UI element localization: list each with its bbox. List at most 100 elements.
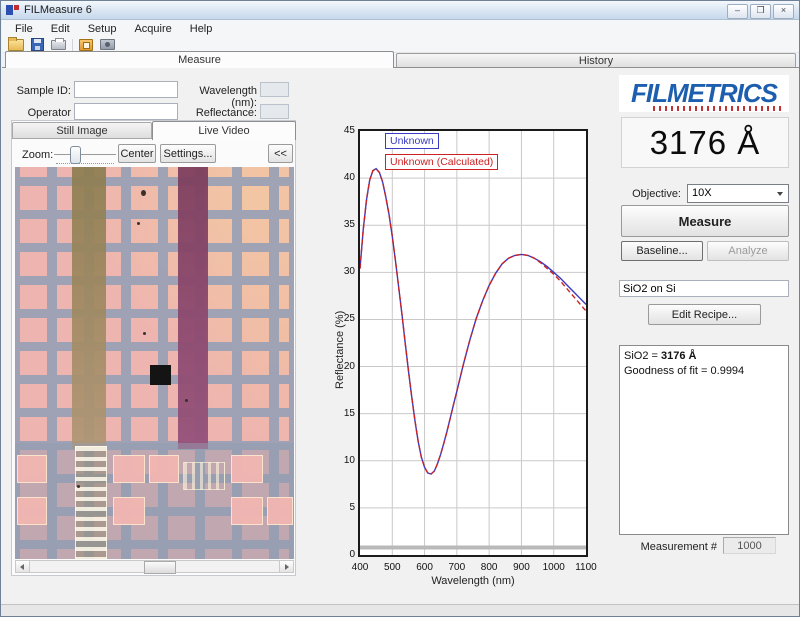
operator-id-input[interactable] [74, 103, 178, 120]
tab-live-video[interactable]: Live Video [152, 121, 296, 140]
camera-icon [100, 39, 115, 50]
wavelength-label: Wavelength (nm): [173, 85, 257, 109]
menu-bar: File Edit Setup Acquire Help [2, 20, 800, 37]
measurement-number-field: 1000 [723, 537, 776, 554]
wavelength-field [260, 82, 289, 97]
wafer-pad [231, 497, 263, 525]
magenta-stripe [178, 167, 208, 449]
serpentine-structure [183, 462, 225, 490]
y-tick-label: 15 [331, 408, 355, 419]
menu-file[interactable]: File [6, 21, 42, 37]
menu-setup[interactable]: Setup [79, 21, 126, 37]
x-tick-label: 600 [410, 562, 440, 573]
x-axis-label: Wavelength (nm) [358, 575, 588, 587]
live-video-image[interactable] [15, 167, 294, 559]
close-button[interactable]: × [773, 4, 794, 19]
edit-recipe-button[interactable]: Edit Recipe... [648, 304, 761, 325]
y-tick-label: 25 [331, 313, 355, 324]
measurement-spot-square [150, 365, 171, 385]
zoom-slider-thumb[interactable] [70, 146, 81, 164]
y-tick-label: 5 [331, 502, 355, 513]
zoom-slider-track[interactable] [54, 154, 116, 155]
dust-speck [77, 485, 80, 488]
wafer-pad [149, 455, 179, 483]
wafer-pad [113, 455, 145, 483]
wafer-pad [267, 497, 293, 525]
window-title: FILMeasure 6 [24, 4, 92, 16]
screenshot-toolbar-button[interactable] [76, 37, 96, 52]
x-tick-label: 1000 [539, 562, 569, 573]
reflectance-plot [358, 129, 588, 557]
sample-id-input[interactable] [74, 81, 178, 98]
settings-button[interactable]: Settings... [160, 144, 216, 163]
copy-image-toolbar-button[interactable] [97, 37, 117, 52]
scroll-left-arrow[interactable] [16, 561, 30, 572]
image-horizontal-scrollbar[interactable] [15, 560, 294, 573]
open-folder-icon [8, 39, 24, 51]
tab-measure[interactable]: Measure [5, 51, 394, 68]
measurement-number-label: Measurement # [629, 541, 717, 553]
x-tick-label: 900 [506, 562, 536, 573]
y-tick-label: 35 [331, 219, 355, 230]
chevron-down-icon [777, 192, 783, 196]
tab-history[interactable]: History [396, 53, 796, 68]
restore-button[interactable]: ❐ [750, 4, 771, 19]
wafer-pad [113, 497, 145, 525]
print-icon [51, 40, 66, 50]
title-bar[interactable]: FILMeasure 6 – ❐ × [1, 1, 799, 20]
reflectance-field [260, 104, 289, 119]
wafer-pad [231, 455, 263, 483]
screenshot-icon [79, 39, 93, 51]
dust-speck [137, 222, 140, 225]
wafer-pad [17, 497, 47, 525]
y-tick-label: 45 [331, 125, 355, 136]
ladder-structure [75, 446, 107, 559]
x-tick-label: 1100 [571, 562, 601, 573]
y-tick-label: 20 [331, 361, 355, 372]
wafer-pad [17, 455, 47, 483]
results-box: SiO2 = 3176 Å Goodness of fit = 0.9994 [619, 345, 789, 535]
tab-still-image[interactable]: Still Image [12, 122, 152, 139]
scroll-right-arrow[interactable] [279, 561, 293, 572]
app-window: FILMeasure 6 – ❐ × File Edit Setup Acqui… [0, 0, 800, 617]
objective-label: Objective: [621, 188, 681, 200]
thickness-readout: 3176 Å [621, 117, 789, 168]
y-tick-label: 40 [331, 172, 355, 183]
objective-value: 10X [692, 187, 712, 199]
result-thickness-line: SiO2 = 3176 Å [624, 349, 784, 364]
menu-edit[interactable]: Edit [42, 21, 79, 37]
y-tick-label: 30 [331, 266, 355, 277]
measure-button[interactable]: Measure [621, 205, 789, 237]
x-tick-label: 800 [474, 562, 504, 573]
baseline-button[interactable]: Baseline... [621, 241, 703, 261]
print-toolbar-button[interactable] [48, 37, 68, 52]
toolbar-separator [72, 39, 73, 51]
olive-stripe [72, 167, 106, 449]
logo-text: FILMETRICS [631, 78, 777, 109]
x-tick-label: 700 [442, 562, 472, 573]
dust-speck [185, 399, 188, 402]
center-button[interactable]: Center [118, 144, 156, 163]
window-bottom-frame [1, 604, 800, 617]
save-icon [31, 38, 44, 51]
menu-help[interactable]: Help [181, 21, 222, 37]
legend-unknown-calculated: Unknown (Calculated) [385, 154, 498, 170]
zoom-slider-ticks [56, 161, 114, 164]
minimize-button[interactable]: – [727, 4, 748, 19]
dust-speck [141, 190, 146, 196]
analyze-button[interactable]: Analyze [707, 241, 789, 261]
app-icon [6, 5, 19, 15]
objective-dropdown[interactable]: 10X [687, 184, 789, 203]
menu-acquire[interactable]: Acquire [125, 21, 180, 37]
open-toolbar-button[interactable] [6, 37, 26, 52]
scrollbar-thumb[interactable] [144, 561, 176, 574]
collapse-panel-button[interactable]: << [268, 144, 293, 163]
recipe-input[interactable] [619, 280, 789, 297]
video-panel: Still Image Live Video Zoom: Center Sett… [11, 120, 296, 576]
y-tick-label: 10 [331, 455, 355, 466]
reflectance-label: Reflectance: [173, 107, 257, 119]
y-tick-label: 0 [331, 549, 355, 560]
dust-speck [143, 332, 146, 335]
logo-tick-marks [653, 106, 783, 111]
save-toolbar-button[interactable] [27, 37, 47, 52]
